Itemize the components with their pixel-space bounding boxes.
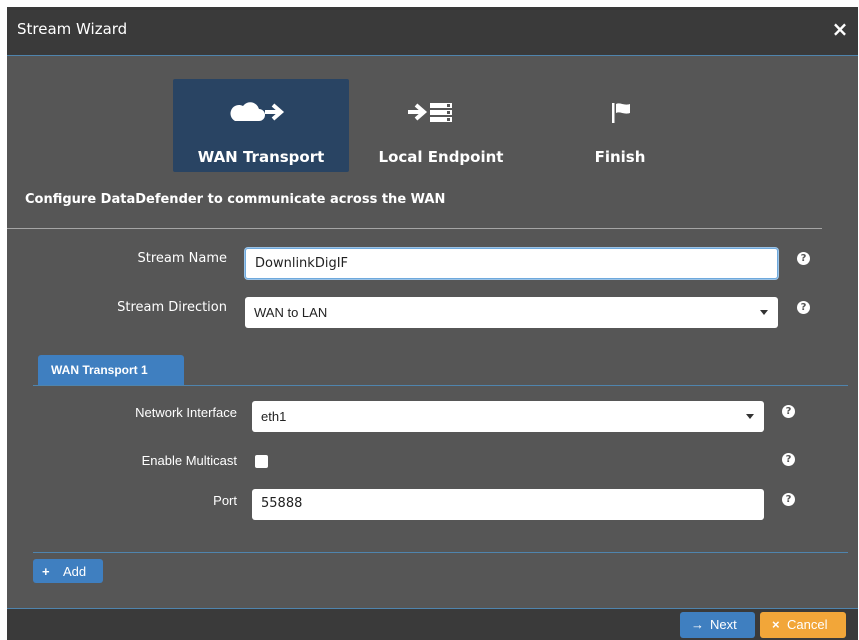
arrow-right-icon bbox=[408, 103, 428, 121]
network-interface-value: eth1 bbox=[261, 409, 287, 424]
step-label: Finish bbox=[594, 148, 646, 166]
transport-divider bbox=[33, 552, 848, 553]
arrow-right-icon: → bbox=[691, 617, 704, 632]
step-wan-transport[interactable]: WAN Transport bbox=[173, 79, 349, 172]
add-button-label: Add bbox=[63, 564, 87, 579]
network-interface-label: Network Interface bbox=[135, 405, 237, 420]
chevron-down-icon bbox=[746, 414, 754, 419]
dialog-title: Stream Wizard bbox=[17, 20, 128, 38]
cancel-button[interactable]: × Cancel bbox=[760, 612, 846, 638]
server-icon bbox=[430, 103, 452, 122]
stream-name-input[interactable]: DownlinkDigIF bbox=[245, 248, 778, 279]
stream-direction-help-icon[interactable]: ? bbox=[797, 301, 810, 314]
arrow-right-icon bbox=[265, 103, 285, 121]
next-button-label: Next bbox=[710, 617, 737, 632]
tab-divider bbox=[33, 385, 848, 386]
enable-multicast-checkbox[interactable] bbox=[255, 455, 268, 468]
stream-name-label: Stream Name bbox=[137, 251, 227, 266]
cancel-button-label: Cancel bbox=[787, 617, 828, 632]
stream-direction-value: WAN to LAN bbox=[254, 305, 328, 320]
close-icon: × bbox=[772, 617, 780, 632]
port-help-icon[interactable]: ? bbox=[782, 493, 795, 506]
chevron-down-icon bbox=[760, 310, 768, 315]
stream-direction-label: Stream Direction bbox=[117, 300, 227, 315]
plus-icon: + bbox=[42, 564, 50, 579]
subtitle-divider bbox=[7, 228, 822, 229]
step-label: WAN Transport bbox=[197, 148, 325, 166]
stream-direction-select[interactable]: WAN to LAN bbox=[245, 297, 778, 328]
enable-multicast-label: Enable Multicast bbox=[141, 453, 237, 468]
step-local-endpoint[interactable]: Local Endpoint bbox=[353, 79, 529, 172]
network-interface-select[interactable]: eth1 bbox=[252, 401, 764, 432]
tab-label: WAN Transport 1 bbox=[51, 363, 148, 377]
enable-multicast-help-icon[interactable]: ? bbox=[782, 453, 795, 466]
wizard-subtitle: Configure DataDefender to communicate ac… bbox=[25, 192, 446, 207]
next-button[interactable]: → Next bbox=[680, 612, 755, 638]
stream-wizard-dialog: Stream Wizard × WAN Transport Local Endp… bbox=[7, 7, 858, 640]
add-transport-button[interactable]: + Add bbox=[33, 559, 103, 583]
cloud-icon bbox=[230, 102, 265, 121]
stream-name-help-icon[interactable]: ? bbox=[797, 252, 810, 265]
close-icon[interactable]: × bbox=[830, 18, 850, 40]
network-interface-help-icon[interactable]: ? bbox=[782, 405, 795, 418]
tab-wan-transport-1[interactable]: WAN Transport 1 bbox=[38, 355, 184, 385]
dialog-titlebar: Stream Wizard × bbox=[7, 7, 858, 56]
step-finish[interactable]: Finish bbox=[532, 79, 708, 172]
flag-icon bbox=[612, 103, 630, 123]
step-label: Local Endpoint bbox=[378, 148, 504, 166]
port-label: Port bbox=[213, 493, 237, 508]
port-input[interactable]: 55888 bbox=[252, 489, 764, 520]
